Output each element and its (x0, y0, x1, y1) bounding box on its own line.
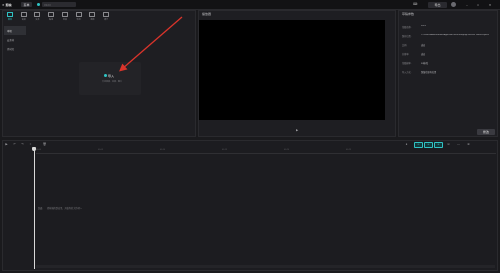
redo-icon[interactable]: ↷ (20, 142, 25, 146)
draft-title: 草稿参数 (402, 12, 415, 16)
tool-icon (20, 12, 27, 17)
tool-tab[interactable]: 文本 (31, 11, 45, 22)
draft-value: 保留在原有位置 (421, 72, 437, 74)
tool-label: 滤镜 (90, 19, 95, 21)
timeline-drop-hint: 素材拖拽到这里，开始你的大作吧～ (47, 208, 82, 210)
tool-icon (48, 12, 55, 17)
export-button[interactable]: 导出 (428, 2, 447, 8)
player-title: 播放器 (202, 12, 212, 16)
menu-button-label: 菜单 (23, 2, 30, 7)
timeline-scrollbar[interactable] (36, 265, 495, 268)
zoom-out-icon[interactable]: ⊖ (446, 142, 451, 146)
undo-icon[interactable]: ↶ (12, 142, 17, 146)
shortcut-icon[interactable]: ⌨ (413, 2, 418, 7)
draft-value: 适应 (421, 45, 426, 47)
tool-tab[interactable]: 媒体 (3, 11, 17, 22)
tool-tab[interactable]: 特效 (58, 11, 72, 22)
draft-key: 导入方式: (402, 72, 412, 74)
tool-label: 贴纸 (49, 19, 54, 21)
draft-key: 比例: (402, 45, 407, 47)
tool-icon (61, 12, 68, 17)
media-sidebar: 本地 云素材 素材库 (4, 26, 26, 134)
player-time (202, 128, 226, 132)
player-screen (199, 20, 385, 120)
tool-label: 调节 (104, 19, 109, 21)
maximize-icon[interactable]: □ (475, 2, 481, 7)
ruler-tick-label: 00:00 (36, 149, 42, 151)
tool-icon (6, 12, 13, 17)
ruler-tick-label: 00:10 (160, 149, 166, 151)
import-hint: 支持视频、音频、图片 (101, 81, 122, 83)
logo-icon: ✕ (2, 2, 5, 7)
draft-value: 适应 (421, 54, 426, 56)
tool-icon (34, 12, 41, 17)
app-logo: ✕ 剪映 (2, 2, 18, 7)
tool-label: 音频 (21, 19, 26, 21)
menu-button[interactable]: 菜单 (21, 2, 32, 7)
tool-icon (75, 12, 82, 17)
export-button-label: 导出 (434, 3, 441, 7)
tool-tab[interactable]: 转场 (72, 11, 86, 22)
modify-button-label: 修改 (482, 130, 489, 134)
tool-label: 文本 (35, 19, 40, 21)
tool-tab[interactable]: 滤镜 (86, 11, 100, 22)
tool-tab[interactable]: 音频 (17, 11, 31, 22)
tool-icon (89, 12, 96, 17)
draft-row: 草稿名称: 0323 (402, 25, 492, 30)
delete-icon[interactable]: 🗑 (42, 142, 47, 146)
select-tool-icon[interactable]: ▶ (4, 142, 9, 146)
draft-row: 草稿帧率: 30帧/秒 (402, 61, 492, 66)
draft-row: 分辨率: 适应 (402, 52, 492, 57)
draft-value: 30帧/秒 (421, 63, 429, 65)
draft-row: 导入方式: 保留在原有位置 (402, 70, 492, 75)
tool-label: 特效 (62, 19, 67, 21)
add-icon (104, 74, 107, 77)
tool-label: 媒体 (7, 19, 12, 21)
draft-value: C:/Users/Administrator/AppData/Local/Jia… (421, 34, 489, 36)
playhead[interactable] (34, 148, 35, 269)
sidebar-item[interactable]: 云素材 (4, 35, 26, 44)
draft-key: 草稿名称: (402, 27, 412, 29)
draft-key: 保存位置: (402, 36, 412, 38)
tool-tab[interactable]: 贴纸 (44, 11, 58, 22)
mic-icon[interactable]: ● (404, 142, 409, 146)
app-name: 剪映 (5, 2, 12, 7)
sidebar-item[interactable]: 本地 (4, 26, 26, 35)
tool-icon (103, 12, 110, 17)
avatar[interactable] (451, 2, 456, 7)
draft-key: 分辨率: (402, 54, 410, 56)
modify-button[interactable]: 修改 (477, 129, 495, 135)
status-dot-icon (37, 3, 40, 6)
zoom-in-icon[interactable]: ⊕ (466, 142, 471, 146)
draft-row: 保存位置: C:/Users/Administrator/AppData/Loca… (402, 34, 492, 39)
draft-value: 0323 (421, 25, 426, 27)
draft-row: 比例: 适应 (402, 43, 492, 48)
time-ruler[interactable] (36, 148, 496, 154)
sidebar-item[interactable]: 素材库 (4, 44, 26, 53)
ruler-tick-label: 00:20 (284, 149, 290, 151)
tool-tabs: 媒体 音频 文本 贴纸 特效 转场 滤镜 调节 (3, 11, 113, 22)
ruler-tick-label: 00:25 (346, 149, 352, 151)
minimize-icon[interactable]: – (464, 2, 470, 7)
play-icon[interactable]: ▶ (296, 128, 300, 132)
draft-key: 草稿帧率: (402, 63, 412, 65)
ruler-tick-label: 00:05 (98, 149, 104, 151)
annotation-arrow-icon (119, 16, 183, 72)
zoom-slider[interactable]: — (456, 142, 461, 146)
ruler-tick-label: 00:15 (222, 149, 228, 151)
split-icon[interactable]: ⌶ (28, 142, 33, 146)
tool-label: 转场 (76, 19, 81, 21)
playhead-handle[interactable] (32, 147, 36, 151)
close-icon[interactable]: ✕ (487, 2, 493, 7)
project-name[interactable]: 0323 (42, 2, 76, 7)
